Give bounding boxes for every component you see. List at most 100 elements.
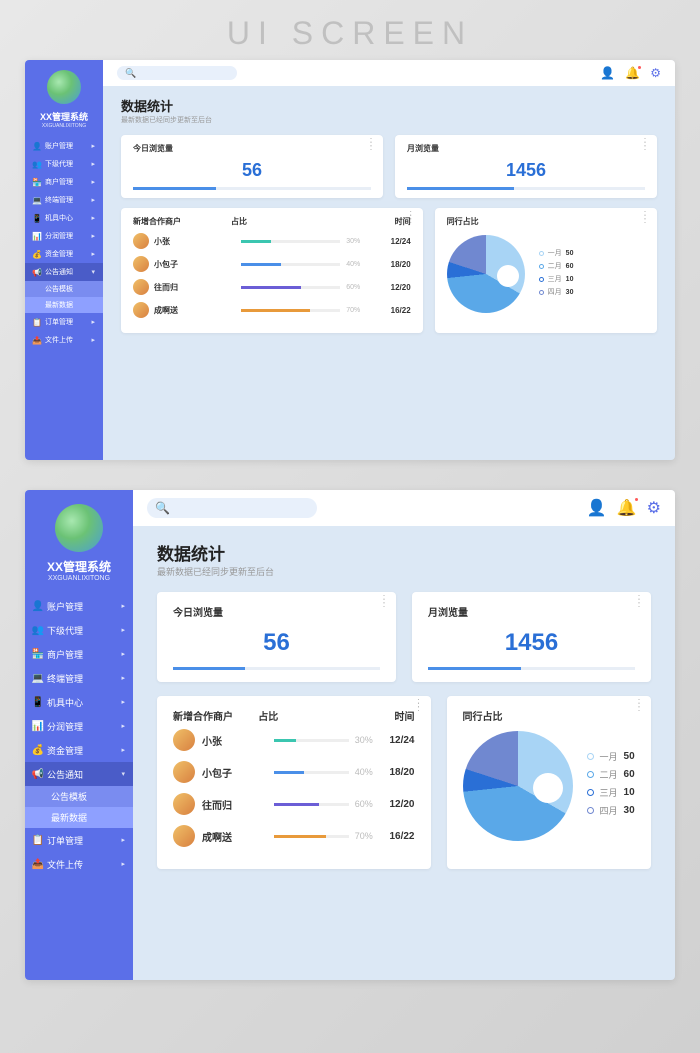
- ratio-bar: [241, 286, 340, 289]
- sidebar-item[interactable]: 🏪商户管理▸: [25, 173, 103, 191]
- merchant-avatar: [173, 729, 195, 751]
- th-ratio: 占比: [258, 708, 372, 723]
- stat-card: ⋮⋮今日浏览量56: [157, 592, 396, 682]
- row-time: 16/22: [373, 831, 415, 842]
- sidebar-item[interactable]: 📋订单管理▸: [25, 828, 133, 852]
- sidebar-item-label: 资金管理: [45, 249, 73, 259]
- ratio-bar: [274, 835, 349, 838]
- legend-item: 四月30: [587, 804, 635, 817]
- sidebar-item[interactable]: 🏪商户管理▸: [25, 642, 133, 666]
- search-input[interactable]: 🔍: [117, 66, 237, 80]
- th-merchant: 新增合作商户: [173, 708, 258, 723]
- sidebar-item[interactable]: 💻终端管理▸: [25, 666, 133, 690]
- table-header: 新增合作商户 占比 时间: [133, 216, 411, 227]
- th-time: 时间: [362, 216, 411, 227]
- sidebar-item[interactable]: 👥下级代理▸: [25, 618, 133, 642]
- avatar[interactable]: [47, 70, 81, 104]
- sidebar-subitem[interactable]: 最新数据: [25, 297, 103, 313]
- stat-card: ⋮⋮月浏览量1456: [412, 592, 651, 682]
- sidebar-item-label: 分润管理: [47, 720, 83, 733]
- ratio-bar: [274, 771, 349, 774]
- gear-icon[interactable]: ⚙: [647, 498, 661, 518]
- sidebar-item[interactable]: 📤文件上传▸: [25, 852, 133, 876]
- sidebar-item[interactable]: 📱机具中心▸: [25, 209, 103, 227]
- sidebar-item-label: 公告通知: [45, 267, 73, 277]
- legend-dot: [539, 264, 544, 269]
- sidebar-subitem[interactable]: 公告模板: [25, 281, 103, 297]
- merchant-name: 往而归: [202, 797, 274, 812]
- sidebar-item-label: 商户管理: [45, 177, 73, 187]
- legend-value: 60: [566, 263, 574, 270]
- sidebar-item[interactable]: 📋订单管理▸: [25, 313, 103, 331]
- sidebar-item[interactable]: 👥下级代理▸: [25, 155, 103, 173]
- merchant-avatar: [173, 825, 195, 847]
- chevron-right-icon: ▸: [91, 214, 95, 222]
- sidebar-item-label: 文件上传: [45, 335, 73, 345]
- sidebar-item[interactable]: 📢公告通知▾: [25, 263, 103, 281]
- more-icon[interactable]: ⋮⋮: [640, 214, 649, 222]
- search-icon: 🔍: [125, 68, 136, 79]
- legend-item: 四月30: [539, 287, 574, 297]
- merchant-avatar: [173, 793, 195, 815]
- row-time: 12/20: [373, 799, 415, 810]
- sidebar-item-label: 订单管理: [45, 317, 73, 327]
- th-ratio: 占比: [231, 216, 362, 227]
- table-row: 往而归60%12/20: [133, 279, 411, 295]
- stat-label: 今日浏览量: [173, 604, 380, 619]
- sidebar-item[interactable]: 👤账户管理▸: [25, 594, 133, 618]
- user-icon[interactable]: 👤: [587, 498, 607, 518]
- sidebar-item[interactable]: 👤账户管理▸: [25, 137, 103, 155]
- legend-item: 二月60: [587, 768, 635, 781]
- sidebar-item[interactable]: 📢公告通知▾: [25, 762, 133, 786]
- legend-value: 30: [566, 289, 574, 296]
- share-icon: 📊: [33, 721, 43, 731]
- order-icon: 📋: [33, 835, 43, 845]
- chevron-right-icon: ▸: [121, 674, 125, 682]
- sidebar-item[interactable]: 📱机具中心▸: [25, 690, 133, 714]
- legend-item: 二月60: [539, 261, 574, 271]
- sidebar-item[interactable]: 📊分润管理▸: [25, 714, 133, 738]
- more-icon[interactable]: ⋮⋮: [640, 141, 649, 149]
- sidebar-item[interactable]: 📤文件上传▸: [25, 331, 103, 349]
- main-area: 🔍 👤 🔔 ⚙ 数据统计 最新数据已经同步更新至后台 ⋮⋮今日浏览量56⋮⋮月浏…: [103, 60, 675, 460]
- sidebar-item-label: 账户管理: [47, 600, 83, 613]
- row-time: 16/22: [360, 306, 410, 315]
- more-icon[interactable]: ⋮⋮: [406, 214, 415, 222]
- bell-icon[interactable]: 🔔: [617, 498, 637, 518]
- sidebar-item[interactable]: 📊分润管理▸: [25, 227, 103, 245]
- chevron-down-icon: ▾: [121, 770, 125, 778]
- sidebar-item[interactable]: 💰资金管理▸: [25, 738, 133, 762]
- pie-card: ⋮⋮ 同行占比 一月50二月60三月10四月30: [447, 696, 652, 869]
- sidebar-item-label: 分润管理: [45, 231, 73, 241]
- gear-icon[interactable]: ⚙: [650, 66, 661, 80]
- more-icon[interactable]: ⋮⋮: [634, 598, 643, 606]
- search-input[interactable]: 🔍: [147, 498, 317, 518]
- app-frame-small: XX管理系统 XXGUANLIXITONG 👤账户管理▸👥下级代理▸🏪商户管理▸…: [25, 60, 675, 460]
- sidebar-subitem[interactable]: 最新数据: [25, 807, 133, 828]
- more-icon[interactable]: ⋮⋮: [366, 141, 375, 149]
- money-icon: 💰: [33, 250, 41, 258]
- legend-value: 30: [624, 805, 635, 816]
- merchant-name: 成啊送: [154, 305, 241, 316]
- sidebar-subitem[interactable]: 公告模板: [25, 786, 133, 807]
- legend-dot: [587, 807, 594, 814]
- table-row: 小包子40%18/20: [173, 761, 415, 783]
- legend-item: 一月50: [587, 750, 635, 763]
- sidebar-item[interactable]: 💰 资金管理 ▸: [25, 245, 103, 263]
- stat-card: ⋮⋮月浏览量1456: [395, 135, 657, 198]
- row-time: 18/20: [360, 260, 410, 269]
- more-icon[interactable]: ⋮⋮: [634, 702, 643, 710]
- sidebar-item-label: 账户管理: [45, 141, 73, 151]
- more-icon[interactable]: ⋮⋮: [414, 702, 423, 710]
- upload-icon: 📤: [33, 859, 43, 869]
- user-icon[interactable]: 👤: [600, 66, 615, 80]
- chevron-right-icon: ▸: [121, 860, 125, 868]
- more-icon[interactable]: ⋮⋮: [379, 598, 388, 606]
- sidebar-item[interactable]: 💻终端管理▸: [25, 191, 103, 209]
- legend-label: 一月: [548, 248, 562, 258]
- avatar[interactable]: [55, 504, 103, 552]
- legend-value: 60: [624, 769, 635, 780]
- bell-icon[interactable]: 🔔: [625, 66, 640, 80]
- merchant-name: 往而归: [154, 282, 241, 293]
- chevron-right-icon: ▸: [91, 250, 95, 258]
